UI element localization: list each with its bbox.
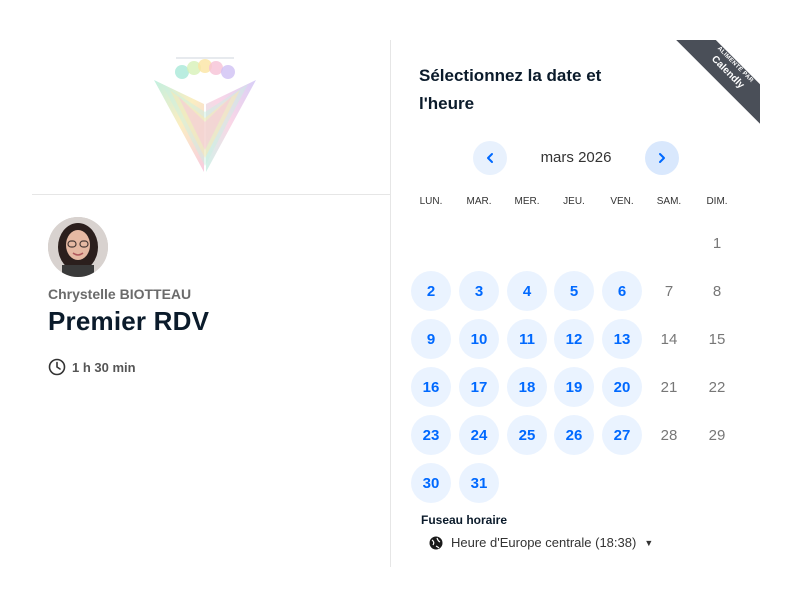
timezone-selector[interactable]: Heure d'Europe centrale (18:38) ▼ [429,535,653,550]
duration-label: 1 h 30 min [72,359,136,375]
calendar-day-31[interactable]: 31 [459,463,499,503]
scheduler-title: Sélectionnez la date et l'heure [419,66,602,113]
calendar-day-28: 28 [660,426,678,444]
calendar-day-20[interactable]: 20 [602,367,642,407]
calendar-day-26[interactable]: 26 [554,415,594,455]
weekday-7: DIM. [706,196,728,207]
previous-month-button[interactable] [473,141,507,175]
calendar-day-1: 1 [712,234,722,252]
calendar-day-27[interactable]: 27 [602,415,642,455]
calendar-day-15: 15 [708,330,726,348]
calendar-day-5[interactable]: 5 [554,271,594,311]
timezone-label: Fuseau horaire [421,513,508,527]
calendar-day-29: 29 [708,426,726,444]
calendar-day-2[interactable]: 2 [411,271,451,311]
calendar-day-3[interactable]: 3 [459,271,499,311]
calendar-day-23[interactable]: 23 [411,415,451,455]
calendar-day-21: 21 [660,378,678,396]
month-label: mars 2026 [540,149,612,166]
event-duration: 1 h 30 min [48,358,136,376]
month-navigation: mars 2026 [473,141,679,175]
weekday-1: LUN. [419,196,443,207]
calendar-day-11[interactable]: 11 [507,319,547,359]
badge-ribbon: ALIMENTÉ PAR Calendly [674,40,760,126]
chevron-left-icon [487,153,493,163]
calendar-day-10[interactable]: 10 [459,319,499,359]
calendar-day-13[interactable]: 13 [602,319,642,359]
calendar-day-12[interactable]: 12 [554,319,594,359]
weekday-4: JEU. [563,196,585,207]
badge-small-text: ALIMENTÉ PAR [715,45,755,85]
calendar-day-16[interactable]: 16 [411,367,451,407]
calendar-day-7: 7 [664,282,674,300]
caret-down-icon: ▼ [644,537,654,548]
calendar-day-14: 14 [660,330,678,348]
booking-card: Chrystelle BIOTTEAU Premier RDV 1 h 30 m… [32,40,760,567]
calendar-day-30[interactable]: 30 [411,463,451,503]
weekday-5: VEN. [610,196,634,207]
powered-by-calendly-badge[interactable]: ALIMENTÉ PAR Calendly [674,40,760,126]
date-selection-panel: Sélectionnez la date et l'heure ALIMENTÉ… [391,40,760,567]
chevron-right-icon [659,153,665,163]
calendar-day-22: 22 [708,378,726,396]
weekday-3: MER. [514,196,540,207]
calendly-host-logo [154,57,256,172]
next-month-button[interactable] [645,141,679,175]
calendar-day-6[interactable]: 6 [602,271,642,311]
clock-icon [48,358,66,376]
timezone-value: Heure d'Europe centrale (18:38) [451,535,637,550]
event-details-panel: Chrystelle BIOTTEAU Premier RDV 1 h 30 m… [32,40,390,567]
event-title: Premier RDV [48,306,210,336]
host-name: Chrystelle BIOTTEAU [48,286,192,302]
calendar-day-17[interactable]: 17 [459,367,499,407]
calendar-day-25[interactable]: 25 [507,415,547,455]
weekday-6: SAM. [656,196,682,207]
host-avatar [48,217,108,277]
globe-icon [429,536,443,549]
calendar-day-24[interactable]: 24 [459,415,499,455]
calendar-day-9[interactable]: 9 [411,319,451,359]
calendar-day-4[interactable]: 4 [507,271,547,311]
logo-area [32,40,390,195]
calendar-day-18[interactable]: 18 [507,367,547,407]
calendar-day-19[interactable]: 19 [554,367,594,407]
weekday-2: MAR. [466,196,492,207]
calendar-day-8: 8 [712,282,722,300]
